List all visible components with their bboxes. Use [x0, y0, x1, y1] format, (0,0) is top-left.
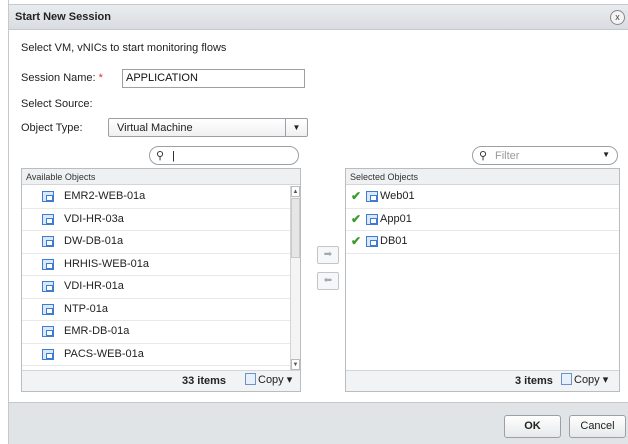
selected-object-item[interactable]: ✔ App01 — [346, 209, 619, 231]
selected-object-item[interactable]: ✔ Web01 — [346, 186, 619, 209]
checkmark-icon: ✔ — [351, 211, 362, 226]
scroll-down-icon[interactable]: ▼ — [291, 359, 300, 370]
add-selected-button[interactable]: ➡ — [317, 246, 339, 264]
virtual-machine-icon — [366, 236, 378, 247]
selected-objects-header: Selected Objects — [346, 169, 619, 185]
virtual-machine-icon — [42, 213, 54, 225]
search-icon: ⚲ — [479, 150, 488, 162]
object-label: Web01 — [380, 190, 415, 202]
object-label: EMR2-WEB-01a — [64, 190, 146, 202]
available-object-item[interactable]: DW-DB-01a — [22, 231, 300, 254]
available-object-item[interactable]: PACS-WEB-01a — [22, 344, 300, 366]
available-count: 33 items — [182, 375, 227, 387]
dialog-subtitle: Select VM, vNICs to start monitoring flo… — [21, 42, 227, 54]
object-type-select[interactable]: Virtual Machine ▼ — [108, 118, 308, 137]
selected-copy-label: Copy — [574, 374, 600, 386]
object-label: HRHIS-WEB-01a — [64, 257, 149, 270]
chevron-down-icon[interactable]: ▼ — [602, 150, 610, 159]
search-icon: ⚲ — [156, 150, 165, 162]
available-search-input[interactable]: ⚲ | — [149, 146, 299, 165]
scroll-thumb[interactable] — [291, 198, 300, 258]
available-copy-label: Copy — [258, 374, 284, 386]
checkmark-icon: ✔ — [351, 234, 362, 248]
available-objects-footer: 33 items Copy ▾ — [22, 370, 300, 391]
session-name-row: Session Name: * — [21, 72, 106, 84]
session-name-input[interactable]: APPLICATION — [122, 69, 305, 88]
virtual-machine-icon — [42, 281, 54, 292]
ok-button[interactable]: OK — [504, 415, 561, 438]
virtual-machine-icon — [42, 236, 54, 247]
checkmark-icon: ✔ — [351, 189, 362, 203]
select-source-label: Select Source: — [21, 98, 93, 110]
selected-object-item[interactable]: ✔ DB01 — [346, 231, 619, 254]
copy-icon — [561, 373, 572, 385]
object-label: DB01 — [380, 235, 408, 247]
virtual-machine-icon — [42, 348, 54, 360]
object-type-value: Virtual Machine — [117, 122, 193, 134]
selected-filter-input[interactable]: ⚲ Filter ▼ — [472, 146, 618, 165]
object-label: NTP-01a — [64, 302, 109, 315]
copy-icon — [245, 373, 256, 385]
selected-objects-list: ✔ Web01 ✔ App01 ✔ DB01 — [346, 186, 619, 370]
cancel-button[interactable]: Cancel — [569, 415, 626, 438]
virtual-machine-icon — [42, 191, 54, 202]
virtual-machine-icon — [42, 258, 54, 270]
selected-objects-footer: 3 items Copy ▾ — [346, 370, 619, 391]
virtual-machine-icon — [366, 191, 378, 202]
session-name-label: Session Name: — [21, 72, 96, 84]
available-copy-button[interactable]: Copy ▾ — [245, 373, 292, 389]
required-icon: * — [98, 72, 103, 84]
selected-copy-button[interactable]: Copy ▾ — [561, 373, 608, 389]
object-type-label: Object Type: — [21, 122, 83, 134]
dialog-footer: OK Cancel — [9, 402, 628, 444]
virtual-machine-icon — [42, 326, 54, 337]
start-session-dialog: Start New Session x Select VM, vNICs to … — [8, 0, 628, 444]
object-label: DW-DB-01a — [64, 235, 124, 247]
object-label: PACS-WEB-01a — [64, 347, 144, 360]
virtual-machine-icon — [366, 213, 378, 225]
available-object-item[interactable]: NTP-01a — [22, 299, 300, 321]
dialog-titlebar: Start New Session x — [9, 4, 628, 30]
available-scrollbar[interactable]: ▲ ▼ — [290, 186, 300, 370]
selected-count: 3 items — [515, 375, 553, 387]
available-object-item[interactable]: VDI-HR-03a — [22, 209, 300, 231]
available-object-item[interactable]: VDI-HR-01a — [22, 276, 300, 299]
available-object-item[interactable]: HRHIS-WEB-01a — [22, 254, 300, 276]
filter-placeholder: Filter — [495, 150, 520, 162]
remove-selected-button[interactable]: ⬅ — [317, 272, 339, 290]
chevron-down-icon[interactable]: ▼ — [285, 119, 307, 136]
object-label: EMR-DB-01a — [64, 325, 130, 337]
available-object-item[interactable]: EMR2-WEB-01a — [22, 186, 300, 209]
dialog-title: Start New Session — [15, 11, 111, 23]
available-object-item[interactable]: EMR-DB-01a — [22, 321, 300, 344]
available-objects-panel: Available Objects EMR2-WEB-01a VDI-HR-03a… — [21, 168, 301, 392]
object-label: VDI-HR-01a — [64, 280, 124, 292]
close-icon[interactable]: x — [610, 10, 625, 25]
virtual-machine-icon — [42, 303, 54, 315]
available-objects-list: EMR2-WEB-01a VDI-HR-03a DW-DB-01a HRHIS-WEB… — [22, 186, 300, 370]
selected-objects-panel: Selected Objects ✔ Web01 ✔ App01 ✔ DB01 3 ite… — [345, 168, 620, 392]
object-label: VDI-HR-03a — [64, 212, 124, 225]
available-objects-header: Available Objects — [22, 169, 300, 185]
object-label: App01 — [380, 212, 412, 225]
scroll-up-icon[interactable]: ▲ — [291, 186, 300, 197]
available-search-text: | — [172, 150, 175, 162]
